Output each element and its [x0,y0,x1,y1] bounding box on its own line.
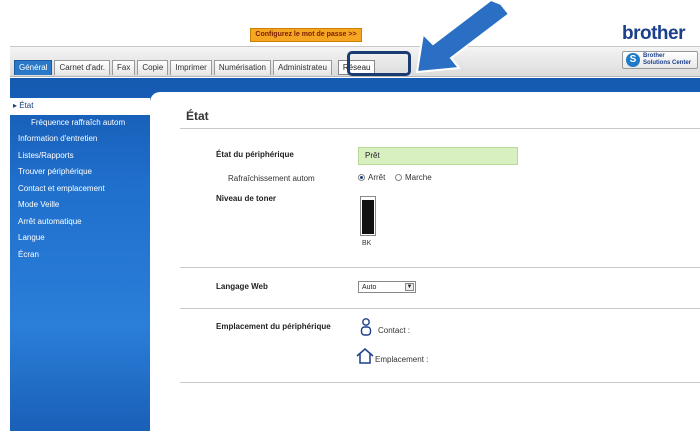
sidebar-item-lists-reports[interactable]: Listes/Rapports [10,148,150,165]
web-language-select[interactable]: Auto ▼ [358,281,416,293]
device-status-value: Prêt [358,147,518,165]
sidebar-item-maintenance-info[interactable]: Information d'entretien [10,131,150,148]
page-title: État [186,109,209,123]
web-language-label: Langage Web [216,282,268,291]
solutions-center-icon: S [626,53,640,67]
configure-password-link[interactable]: Configurez le mot de passe >> [250,28,362,42]
sidebar: ▸ État Fréquence raffraîch autom Informa… [10,98,150,263]
home-icon [356,348,374,364]
toner-level-fill [362,199,374,234]
solutions-center-button[interactable]: S Brother Solutions Center [622,51,698,69]
solutions-center-line1: Brother [643,53,665,59]
sidebar-item-find-device[interactable]: Trouver périphérique [10,164,150,181]
network-tab-highlight-frame [347,51,411,76]
sidebar-item-language[interactable]: Langue [10,230,150,247]
tab-administrator[interactable]: Administrateu [272,60,332,75]
pointer-arrow-icon [415,0,511,74]
tab-print[interactable]: Imprimer [170,60,212,75]
radio-selected-icon [358,174,365,181]
tab-copy[interactable]: Copie [137,60,169,75]
solutions-center-line2: Solutions Center [643,60,692,66]
location-label: Emplacement : [375,355,429,364]
toner-level-label: Niveau de toner [216,194,277,203]
radio-unselected-icon [395,174,402,181]
section-divider-3 [180,382,700,383]
chevron-down-icon: ▼ [405,283,414,291]
brother-logo: brother [622,23,686,44]
refresh-on-radio[interactable]: Marche [395,173,432,182]
auto-refresh-label: Rafraîchissement autom [228,174,315,183]
content-panel: État État du périphérique Prêt Rafraîchi… [150,92,700,431]
tab-scan[interactable]: Numérisation [213,60,271,75]
tab-address-book[interactable]: Carnet d'adr. [54,60,111,75]
tab-fax[interactable]: Fax [112,60,136,75]
tab-list: Général Carnet d'adr. Fax Copie Imprimer… [14,60,376,75]
person-icon [360,318,372,336]
refresh-off-radio[interactable]: Arrêt [358,173,385,182]
sidebar-item-display[interactable]: Écran [10,247,150,264]
tab-general[interactable]: Général [14,60,53,75]
sidebar-item-sleep-mode[interactable]: Mode Veille [10,197,150,214]
sidebar-item-contact-location[interactable]: Contact et emplacement [10,181,150,198]
title-divider [180,128,700,129]
toner-color-label: BK [362,240,372,247]
device-location-label: Emplacement du périphérique [216,322,331,331]
sidebar-item-status[interactable]: ▸ État [10,98,150,115]
sidebar-item-auto-power-off[interactable]: Arrêt automatique [10,214,150,231]
sidebar-item-auto-refresh[interactable]: Fréquence raffraîch autom [10,115,150,132]
device-status-label: État du périphérique [216,150,294,159]
contact-label: Contact : [378,326,411,335]
toner-level-bar [360,196,376,236]
section-divider-2 [180,308,700,309]
section-divider-1 [180,267,700,268]
